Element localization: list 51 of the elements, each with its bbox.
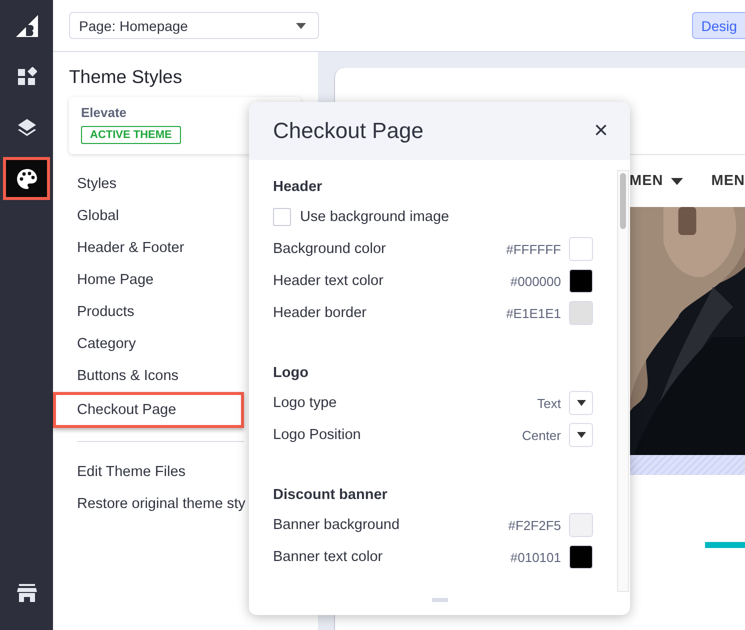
- menu-item[interactable]: Checkout Page: [53, 392, 244, 428]
- setting-label: Header border: [273, 305, 368, 321]
- scrollbar[interactable]: [617, 170, 629, 592]
- palette-icon: [16, 168, 38, 190]
- menu-link[interactable]: Restore original theme sty: [53, 488, 246, 520]
- setting-label: Background color: [273, 241, 387, 257]
- section-heading: Discount banner: [273, 486, 388, 505]
- color-swatch[interactable]: [569, 237, 593, 261]
- storefront-icon: [16, 584, 36, 602]
- color-value: #010101: [510, 550, 561, 564]
- caret-icon: [296, 22, 306, 28]
- section-heading: Header: [273, 178, 324, 197]
- color-value: #000000: [510, 274, 561, 288]
- dropdown-button[interactable]: [569, 391, 593, 415]
- dialog-title: Checkout Page: [273, 118, 424, 144]
- color-value: #E1E1E1: [506, 306, 561, 320]
- dropdown-button[interactable]: [569, 423, 593, 447]
- select-value: Center: [522, 428, 561, 442]
- layers-icon: [16, 118, 36, 138]
- color-value: #F2F2F5: [508, 518, 561, 532]
- caret-icon: [576, 400, 586, 406]
- checkbox[interactable]: [273, 208, 291, 226]
- page-select[interactable]: Page: Homepage: [69, 12, 319, 39]
- panel-title: Theme Styles: [69, 66, 182, 88]
- rail-button[interactable]: [3, 157, 50, 200]
- resize-handle[interactable]: [432, 598, 448, 602]
- nav-link[interactable]: MEN: [711, 173, 745, 189]
- color-swatch[interactable]: [569, 545, 593, 569]
- accent-bar: [705, 542, 745, 548]
- color-value: #FFFFFF: [506, 242, 561, 256]
- color-swatch[interactable]: [569, 513, 593, 537]
- design-tab-button[interactable]: Desig: [692, 12, 745, 39]
- section-heading: Logo: [273, 364, 310, 383]
- active-theme-badge: ACTIVE THEME: [81, 126, 181, 144]
- setting-label: Header text color: [273, 273, 384, 289]
- logo-icon: [16, 14, 38, 36]
- caret-icon: [576, 432, 586, 438]
- color-swatch[interactable]: [569, 269, 593, 293]
- checkbox-label: Use background image: [300, 209, 450, 225]
- caret-icon: [671, 178, 684, 184]
- setting-label: Banner text color: [273, 549, 384, 565]
- color-swatch[interactable]: [569, 301, 593, 325]
- setting-label: Logo type: [273, 395, 338, 411]
- setting-label: Logo Position: [273, 427, 362, 443]
- select-value: Text: [537, 396, 561, 410]
- nav-link[interactable]: MEN: [630, 173, 684, 189]
- setting-label: Banner background: [273, 517, 401, 533]
- close-button[interactable]: ×: [590, 119, 612, 143]
- widgets-icon: [16, 66, 36, 86]
- menu-link[interactable]: Edit Theme Files: [53, 456, 186, 488]
- theme-name: Elevate: [81, 105, 128, 120]
